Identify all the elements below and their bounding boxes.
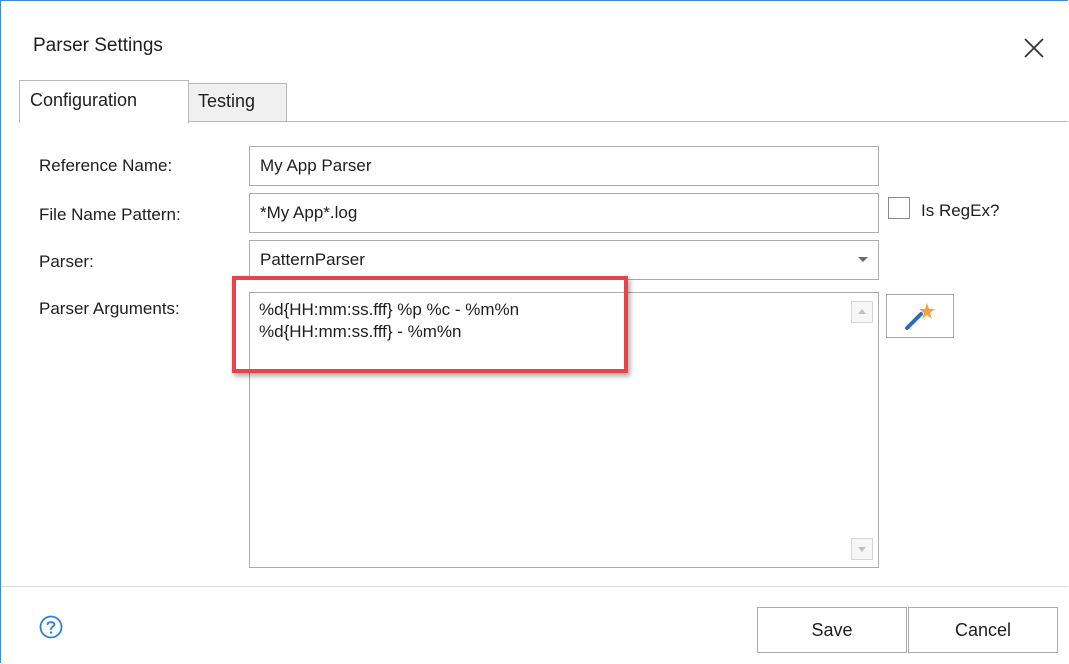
scroll-down-icon: [858, 547, 866, 552]
parser-arguments-line: %d{HH:mm:ss.fff} - %m%n: [259, 322, 462, 341]
is-regex-label: Is RegEx?: [921, 201, 1000, 220]
scroll-up-icon: [858, 309, 866, 314]
file-name-pattern-input[interactable]: *My App*.log: [249, 193, 879, 233]
footer-divider: [1, 586, 1068, 587]
parser-arguments-line: %d{HH:mm:ss.fff} %p %c - %m%n: [259, 300, 520, 319]
is-regex-checkbox[interactable]: [888, 197, 910, 219]
tab-testing[interactable]: Testing: [189, 83, 287, 121]
parser-label: Parser:: [39, 252, 94, 271]
tab-configuration[interactable]: Configuration: [19, 80, 189, 123]
reference-name-label: Reference Name:: [39, 156, 173, 175]
reference-name-input[interactable]: My App Parser: [249, 146, 879, 186]
scroll-down-button[interactable]: [851, 538, 873, 560]
chevron-down-icon[interactable]: [858, 257, 868, 262]
parser-settings-dialog: Parser Settings Configuration Testing Re…: [0, 0, 1068, 663]
file-name-pattern-label: File Name Pattern:: [39, 205, 181, 224]
save-button[interactable]: Save: [757, 607, 907, 653]
help-icon: [39, 615, 63, 639]
scroll-up-button[interactable]: [851, 301, 873, 323]
close-button[interactable]: [1017, 31, 1051, 65]
close-icon: [1024, 38, 1044, 58]
parser-arguments-lines: %d{HH:mm:ss.fff} %p %c - %m%n %d{HH:mm:ss…: [259, 299, 519, 343]
parser-select[interactable]: PatternParser: [249, 240, 879, 280]
vertical-scrollbar[interactable]: [847, 294, 877, 566]
parser-arguments-textarea[interactable]: %d{HH:mm:ss.fff} %p %c - %m%n %d{HH:mm:ss…: [249, 292, 879, 568]
parser-arguments-label: Parser Arguments:: [39, 299, 180, 318]
help-button[interactable]: [39, 615, 63, 639]
cancel-button[interactable]: Cancel: [908, 607, 1058, 653]
parser-select-value: PatternParser: [260, 250, 365, 269]
pattern-wizard-button[interactable]: [886, 294, 954, 338]
magic-wand-icon: [905, 303, 935, 330]
window-title: Parser Settings: [33, 35, 163, 56]
